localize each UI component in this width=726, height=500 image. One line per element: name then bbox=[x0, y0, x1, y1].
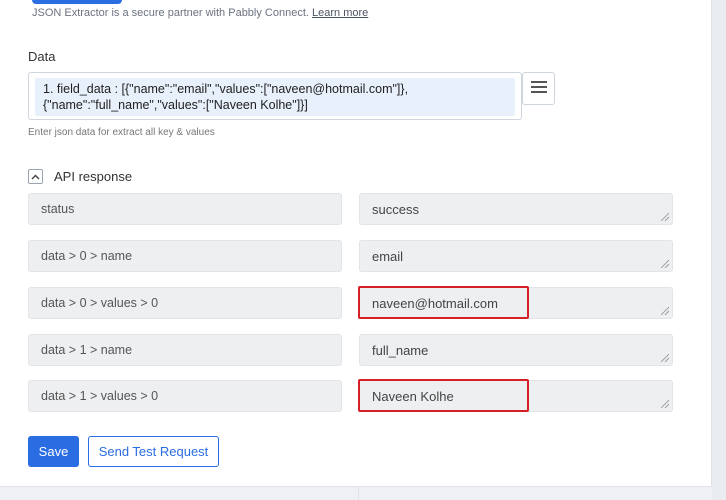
data-label: Data bbox=[28, 49, 56, 64]
learn-more-link[interactable]: Learn more bbox=[312, 7, 368, 19]
resize-handle-icon[interactable] bbox=[661, 307, 669, 315]
hamburger-menu-icon bbox=[530, 80, 547, 98]
response-key-field: data > 1 > values > 0 bbox=[28, 380, 342, 412]
response-value: naveen@hotmail.com bbox=[372, 295, 498, 311]
resize-handle-icon[interactable] bbox=[661, 213, 669, 221]
response-value-field[interactable]: email bbox=[359, 240, 673, 272]
api-response-toggle[interactable]: API response bbox=[28, 169, 132, 184]
response-value-field[interactable]: naveen@hotmail.com bbox=[359, 287, 673, 319]
partner-note: JSON Extractor is a secure partner with … bbox=[32, 7, 368, 19]
response-value-field[interactable]: full_name bbox=[359, 334, 673, 366]
send-test-request-button[interactable]: Send Test Request bbox=[88, 436, 219, 467]
connect-button-edge[interactable] bbox=[32, 0, 122, 4]
insert-data-menu-button[interactable] bbox=[522, 72, 555, 105]
response-key: data > 1 > values > 0 bbox=[41, 389, 159, 403]
bottom-divider bbox=[358, 486, 359, 500]
data-line-2: {"name":"full_name","values":["Naveen Ko… bbox=[43, 98, 308, 112]
response-key-field: data > 0 > name bbox=[28, 240, 342, 272]
response-key: data > 0 > values > 0 bbox=[41, 296, 159, 310]
response-value: Naveen Kolhe bbox=[372, 388, 454, 404]
chevron-up-icon[interactable] bbox=[28, 169, 43, 184]
response-key-field: data > 0 > values > 0 bbox=[28, 287, 342, 319]
response-value: email bbox=[372, 248, 404, 264]
api-response-label: API response bbox=[54, 169, 133, 184]
resize-handle-icon[interactable] bbox=[661, 400, 669, 408]
response-key: data > 1 > name bbox=[41, 343, 133, 357]
action-card: JSON Extractor is a secure partner with … bbox=[0, 0, 712, 500]
bottom-panel bbox=[0, 486, 712, 500]
response-value-field[interactable]: success bbox=[359, 193, 673, 225]
resize-handle-icon[interactable] bbox=[661, 354, 669, 362]
data-hint: Enter json data for extract all key & va… bbox=[28, 127, 215, 138]
response-key-field: data > 1 > name bbox=[28, 334, 342, 366]
save-button[interactable]: Save bbox=[28, 436, 79, 467]
response-key: status bbox=[41, 202, 75, 216]
data-input[interactable]: 1. field_data : [{"name":"email","values… bbox=[28, 72, 522, 120]
response-value: full_name bbox=[372, 342, 429, 358]
response-value-field[interactable]: Naveen Kolhe bbox=[359, 380, 673, 412]
resize-handle-icon[interactable] bbox=[661, 260, 669, 268]
partner-text: JSON Extractor is a secure partner with … bbox=[32, 7, 309, 19]
response-key: data > 0 > name bbox=[41, 249, 133, 263]
data-line-1: 1. field_data : [{"name":"email","values… bbox=[43, 82, 409, 96]
data-token[interactable]: 1. field_data : [{"name":"email","values… bbox=[35, 78, 515, 116]
response-key-field: status bbox=[28, 193, 342, 225]
response-value: success bbox=[372, 201, 419, 217]
